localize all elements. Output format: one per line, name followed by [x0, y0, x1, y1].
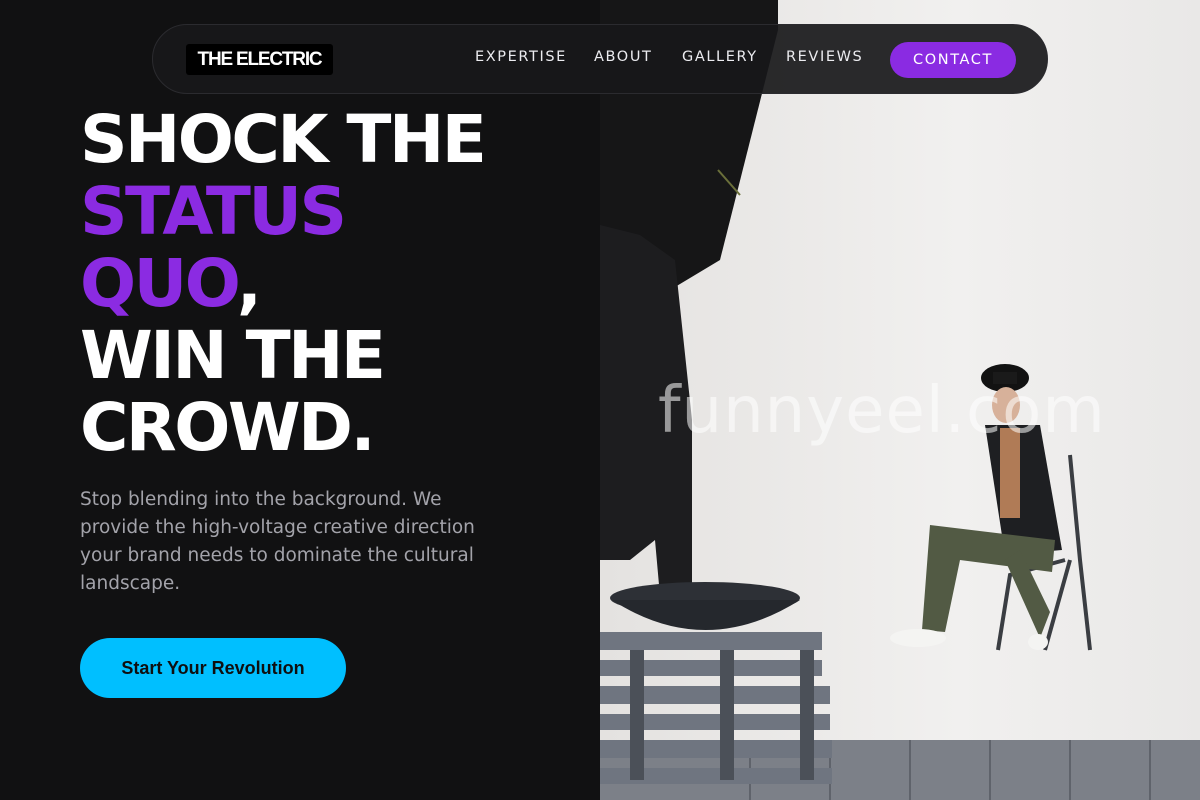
studio-photo-illustration: funnyeel.com [600, 0, 1200, 800]
nav-link-reviews[interactable]: REVIEWS [786, 49, 863, 71]
nav-link-gallery[interactable]: GALLERY [682, 49, 758, 71]
hero-photo: funnyeel.com [600, 0, 1200, 800]
headline-line-5: CROWD. [80, 389, 376, 466]
headline-line-3-rest: , [236, 245, 262, 322]
contact-button[interactable]: CONTACT [890, 42, 1016, 78]
watermark-text: funnyeel.com [658, 374, 1106, 448]
headline-line-3: QUO, [80, 248, 580, 320]
brand-logo[interactable]: THE ELECTRIC [186, 44, 333, 75]
headline-line-4: WIN THE [80, 317, 386, 394]
hero-panel: SHOCK THE STATUS QUO, WIN THE CROWD. Sto… [0, 0, 600, 800]
headline-line-3-accent: QUO [80, 245, 239, 322]
top-navigation: THE ELECTRIC EXPERTISE ABOUT GALLERY REV… [152, 24, 1048, 94]
nav-link-expertise[interactable]: EXPERTISE [475, 49, 567, 71]
nav-link-about[interactable]: ABOUT [594, 49, 653, 71]
hero-description: Stop blending into the background. We pr… [80, 489, 475, 594]
start-revolution-button[interactable]: Start Your Revolution [80, 638, 346, 698]
headline-line-1: SHOCK THE [80, 101, 487, 178]
headline-line-2: STATUS [80, 173, 347, 250]
hero-headline: SHOCK THE STATUS QUO, WIN THE CROWD. [80, 104, 580, 464]
